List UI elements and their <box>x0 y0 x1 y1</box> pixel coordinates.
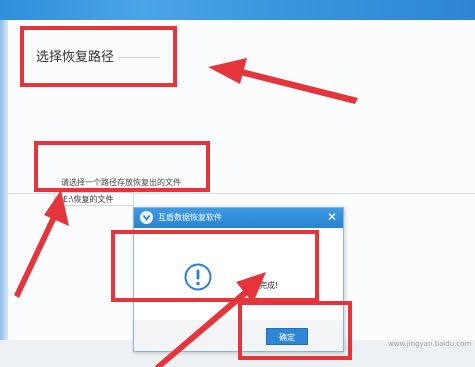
arrow-head-hint <box>44 190 69 226</box>
arrow-shaft-hint <box>14 206 61 298</box>
highlight-box-path-hint <box>34 141 210 192</box>
highlight-box-ok-button <box>238 301 352 360</box>
annotation-overlay <box>14 26 358 367</box>
arrow-shaft-title <box>236 68 358 104</box>
highlight-box-section-title <box>20 26 177 87</box>
highlight-box-dialog-message <box>111 230 319 302</box>
watermark: www.jingyan.baidu.com <box>388 340 472 348</box>
arrow-head-title <box>208 58 247 84</box>
